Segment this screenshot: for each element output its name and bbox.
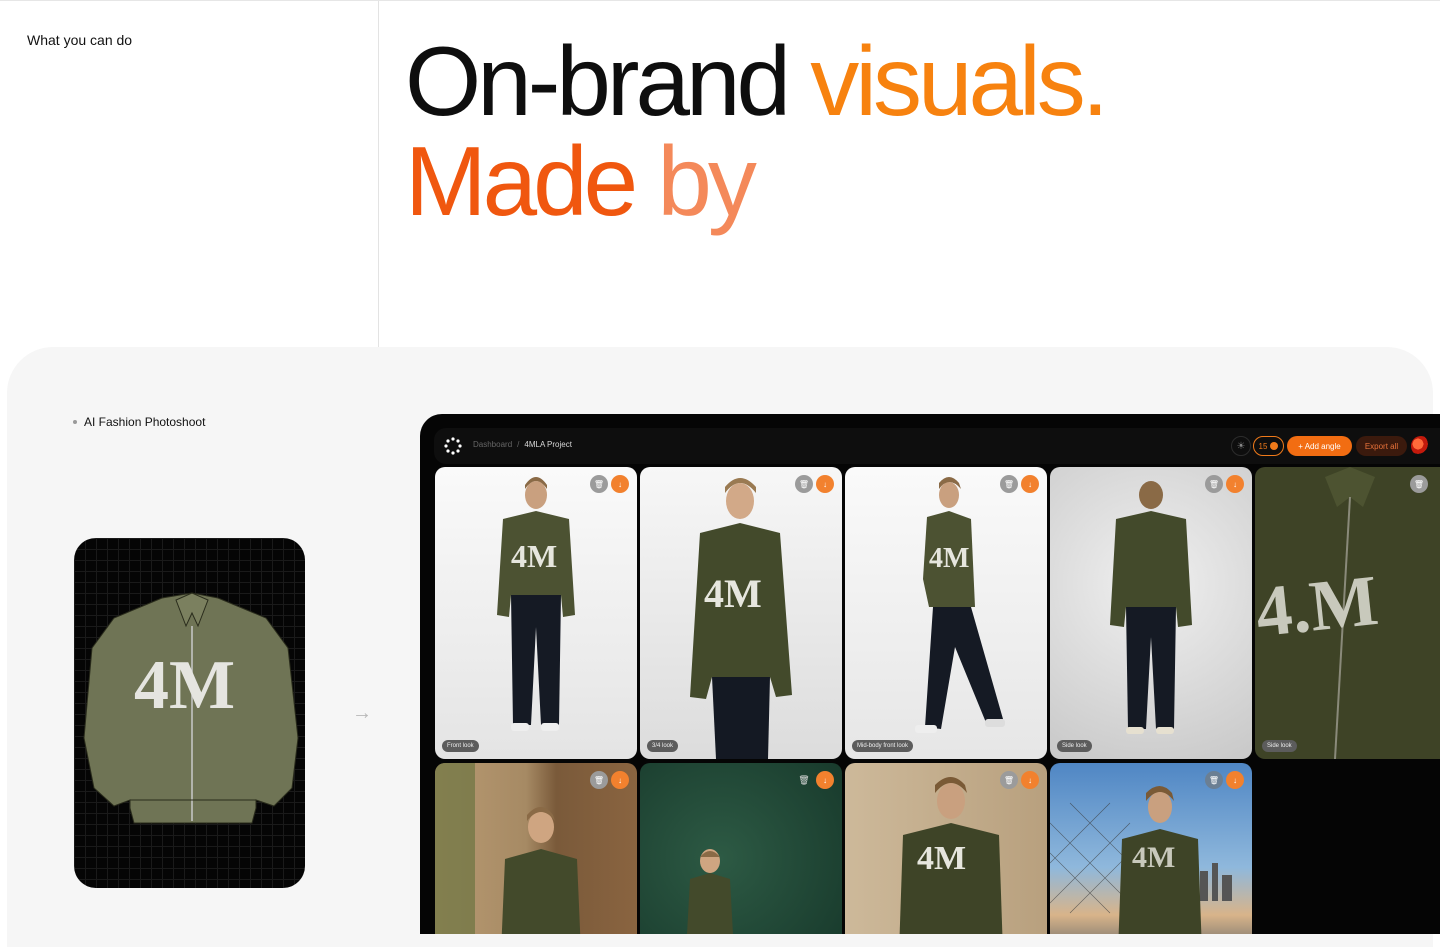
- image-card[interactable]: 4M 🗑 ↓: [845, 763, 1047, 934]
- svg-text:4M: 4M: [1132, 841, 1175, 874]
- image-card[interactable]: 🗑 ↓ Side look: [1050, 467, 1252, 759]
- hero-line2-peach: by: [657, 126, 756, 236]
- trash-icon[interactable]: 🗑: [795, 475, 813, 493]
- section-eyebrow: What you can do: [27, 32, 133, 48]
- trash-icon[interactable]: 🗑: [795, 771, 813, 789]
- model-photo: 4M: [1050, 786, 1232, 934]
- breadcrumb-current: 4MLA Project: [524, 440, 572, 449]
- spinner-logo-icon[interactable]: [444, 437, 462, 455]
- download-icon[interactable]: ↓: [1226, 771, 1244, 789]
- card-label: Front look: [442, 740, 479, 752]
- coin-icon: [1270, 442, 1279, 450]
- download-icon[interactable]: ↓: [611, 771, 629, 789]
- image-card[interactable]: 4M 🗑 ↓ 3/4 look: [640, 467, 842, 759]
- jacket-closeup-photo: 4.M: [1255, 467, 1382, 759]
- trash-icon[interactable]: 🗑: [590, 475, 608, 493]
- model-photo: [435, 763, 581, 934]
- feature-tag: AI Fashion Photoshoot: [73, 415, 205, 429]
- avatar[interactable]: [1411, 436, 1431, 456]
- card-label: Mid-body front look: [852, 740, 914, 752]
- image-card[interactable]: 🗑 ↓: [640, 763, 842, 934]
- svg-text:4M: 4M: [929, 543, 969, 574]
- breadcrumb-separator: /: [517, 440, 520, 449]
- download-icon[interactable]: ↓: [816, 771, 834, 789]
- credits-count: 15: [1258, 441, 1268, 451]
- hero-line2-red: Made: [405, 126, 658, 236]
- hero-section: What you can do On-brand visuals. Made b…: [0, 0, 1440, 349]
- download-icon[interactable]: ↓: [1021, 771, 1039, 789]
- image-card[interactable]: 4M 🗑 ↓ Mid-body front look: [845, 467, 1047, 759]
- add-angle-button[interactable]: + Add angle: [1287, 436, 1352, 456]
- divider: [378, 1, 379, 349]
- image-card[interactable]: 4.M 🗑 Side look: [1255, 467, 1440, 759]
- svg-text:4M: 4M: [704, 571, 762, 616]
- breadcrumb: Dashboard / 4MLA Project: [473, 440, 572, 449]
- image-card[interactable]: 4M 🗑 ↓ Front look: [435, 467, 637, 759]
- feature-tag-label: AI Fashion Photoshoot: [84, 415, 206, 429]
- credits-badge[interactable]: 15: [1253, 436, 1284, 456]
- model-photo: 4M: [690, 478, 792, 759]
- app-window: Dashboard / 4MLA Project ☀ 15 + Add angl…: [420, 414, 1440, 934]
- trash-icon[interactable]: 🗑: [1000, 475, 1018, 493]
- download-icon[interactable]: ↓: [1226, 475, 1244, 493]
- download-icon[interactable]: ↓: [611, 475, 629, 493]
- arrow-icon: →: [352, 702, 372, 724]
- model-photo: 4M: [899, 777, 1003, 934]
- jacket-sketch-card: 4M: [74, 538, 305, 888]
- trash-icon[interactable]: 🗑: [1000, 771, 1018, 789]
- sun-icon[interactable]: ☀: [1231, 436, 1251, 456]
- svg-text:4.M: 4.M: [1255, 560, 1382, 652]
- hero-line1-dark: On-brand: [405, 26, 811, 136]
- trash-icon[interactable]: 🗑: [590, 771, 608, 789]
- model-photo: [1110, 481, 1192, 734]
- svg-text:4M: 4M: [134, 647, 235, 724]
- download-icon[interactable]: ↓: [1021, 475, 1039, 493]
- image-card[interactable]: 🗑 ↓: [435, 763, 637, 934]
- app-toolbar: Dashboard / 4MLA Project ☀ 15 + Add angl…: [434, 428, 1440, 464]
- trash-icon[interactable]: 🗑: [1205, 475, 1223, 493]
- svg-text:4M: 4M: [511, 538, 557, 574]
- model-photo: [687, 849, 733, 934]
- jacket-sketch-icon: 4M: [83, 592, 299, 824]
- trash-icon[interactable]: 🗑: [1410, 475, 1428, 493]
- card-label: Side look: [1262, 740, 1297, 752]
- model-photo: 4M: [497, 477, 575, 731]
- hero-headline: On-brand visuals. Made by: [405, 31, 1109, 231]
- svg-text:4M: 4M: [917, 840, 966, 877]
- card-label: Side look: [1057, 740, 1092, 752]
- card-label: 3/4 look: [647, 740, 679, 752]
- bullet-icon: [73, 420, 77, 424]
- download-icon[interactable]: ↓: [816, 475, 834, 493]
- export-all-button[interactable]: Export all: [1356, 436, 1407, 456]
- model-photo: 4M: [915, 477, 1005, 733]
- breadcrumb-root[interactable]: Dashboard: [473, 440, 512, 449]
- hero-line1-orange: visuals.: [810, 26, 1109, 136]
- trash-icon[interactable]: 🗑: [1205, 771, 1223, 789]
- image-card[interactable]: 4M 🗑 ↓: [1050, 763, 1252, 934]
